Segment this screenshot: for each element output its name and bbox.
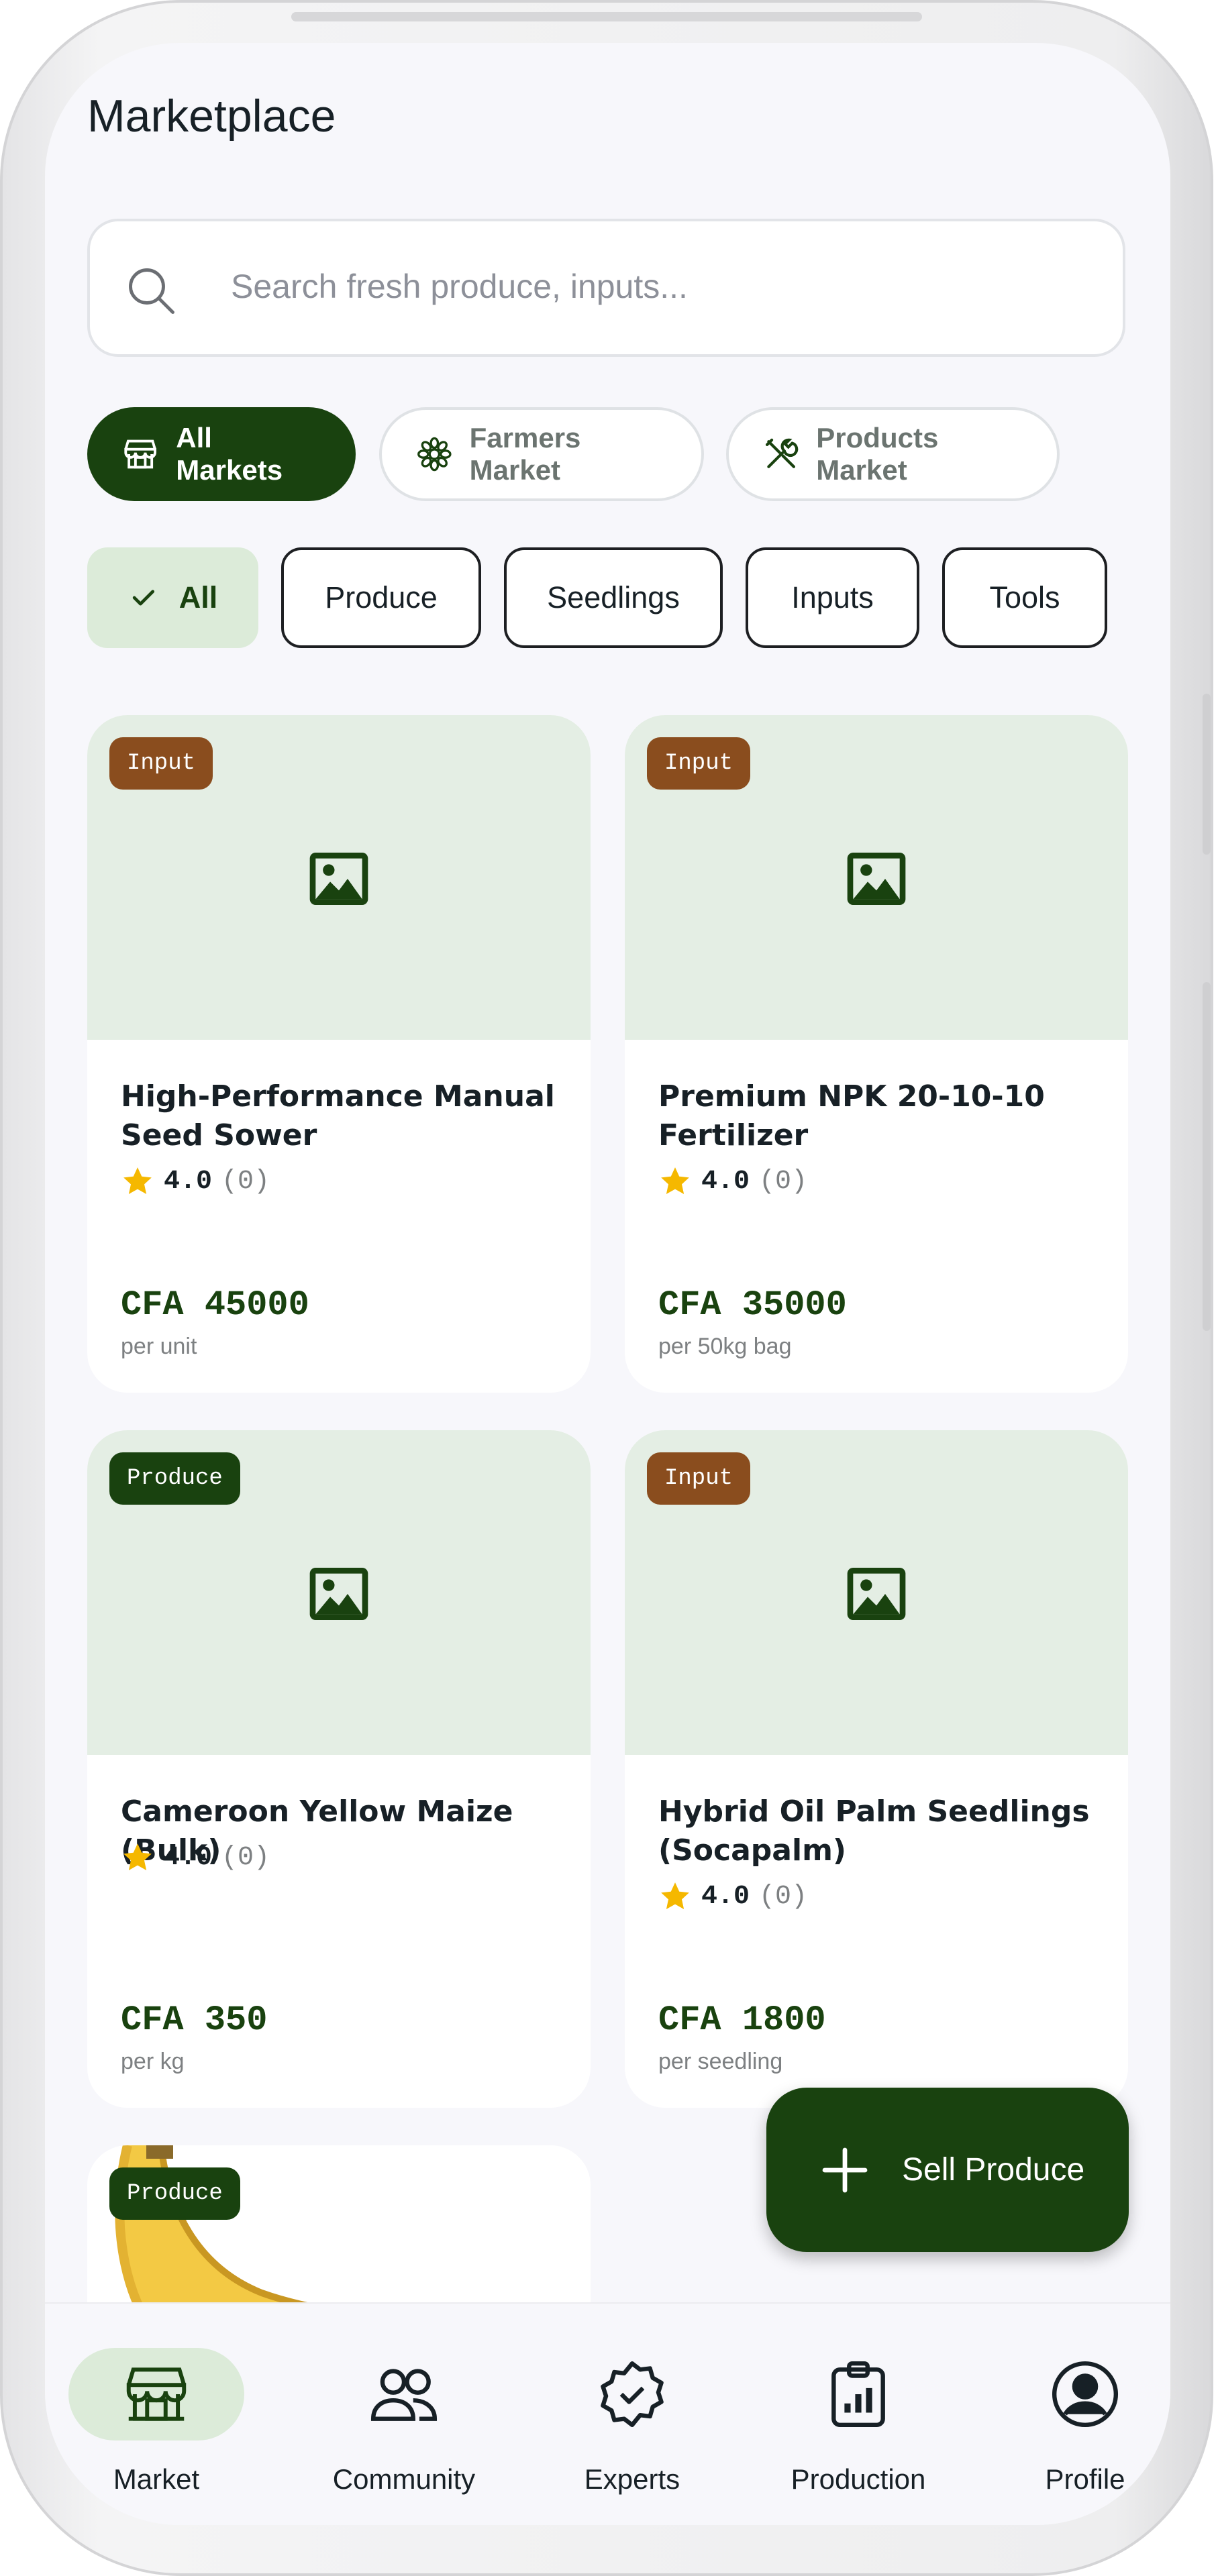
nav-item-profile[interactable]: Profile <box>984 2304 1170 2525</box>
category-chip-tools[interactable]: Tools <box>942 547 1107 648</box>
nav-item-community[interactable]: Community <box>303 2304 505 2525</box>
store-icon <box>124 439 156 469</box>
nav-label: Community <box>332 2463 476 2495</box>
category-badge: Input <box>109 737 213 790</box>
star-icon <box>123 1167 152 1194</box>
image-icon <box>847 1568 906 1620</box>
flower-icon <box>417 437 452 472</box>
search-bar[interactable]: Search fresh produce, inputs... <box>87 219 1125 357</box>
category-chip-produce[interactable]: Produce <box>281 547 481 648</box>
product-name: Hybrid Oil Palm Seedlings (Socapalm) <box>658 1794 1090 1868</box>
category-badge: Produce <box>109 1452 240 1505</box>
product-price: CFA 35000 <box>658 1285 847 1325</box>
nav-item-experts[interactable]: Experts <box>531 2304 733 2525</box>
market-pill-all-markets[interactable]: All Markets <box>87 407 356 501</box>
image-icon <box>309 853 368 905</box>
volume-button <box>1203 694 1211 855</box>
market-pill-products-market[interactable]: Products Market <box>726 407 1060 501</box>
image-icon <box>847 853 906 905</box>
price-unit: per seedling <box>658 2049 783 2074</box>
store-icon <box>126 2367 187 2421</box>
page-title: Marketplace <box>87 91 336 142</box>
tools-icon <box>765 438 799 468</box>
price-unit: per 50kg bag <box>658 1334 792 1359</box>
account-circle-icon <box>1052 2361 1119 2428</box>
star-icon <box>661 1882 689 1909</box>
market-pill-label: Farmers Market <box>469 422 581 486</box>
bottom-navigation: Market Community Experts Production Prof… <box>45 2302 1170 2525</box>
product-name: High-Performance Manual Seed Sower <box>121 1079 555 1152</box>
review-count: (0) <box>221 1842 270 1873</box>
nav-item-production[interactable]: Production <box>758 2304 959 2525</box>
product-rating: 4.0 (0) <box>121 1165 270 1198</box>
rating-value: 4.0 <box>164 1166 213 1197</box>
product-rating: 4.0 (0) <box>658 1165 807 1198</box>
product-card[interactable]: Input Premium NPK 20-10-10 Fertilizer 4.… <box>625 715 1128 1393</box>
search-input[interactable]: Search fresh produce, inputs... <box>231 267 688 306</box>
price-unit: per kg <box>121 2049 185 2074</box>
product-rating: 4.0 (0) <box>121 1841 270 1874</box>
category-chip-inputs[interactable]: Inputs <box>746 547 919 648</box>
sell-produce-label: Sell Produce <box>902 2152 1085 2188</box>
nav-label: Profile <box>1045 2463 1125 2495</box>
nav-label: Market <box>113 2463 200 2495</box>
category-badge: Input <box>647 737 751 790</box>
category-chip-label: All <box>179 580 218 614</box>
check-icon <box>132 590 154 606</box>
clipboard-chart-icon <box>831 2361 885 2428</box>
verified-badge-icon <box>601 2361 664 2428</box>
category-chip-all[interactable]: All <box>87 547 258 648</box>
product-card[interactable]: Input Hybrid Oil Palm Seedlings (Socapal… <box>625 1430 1128 2108</box>
market-pill-label: All Markets <box>176 422 283 486</box>
rating-value: 4.0 <box>701 1881 750 1912</box>
market-pill-farmers-market[interactable]: Farmers Market <box>379 407 704 501</box>
nav-item-market[interactable]: Market <box>68 2304 270 2525</box>
star-icon <box>661 1167 689 1194</box>
category-badge: Input <box>647 1452 751 1505</box>
category-chip-seedlings[interactable]: Seedlings <box>504 547 723 648</box>
market-pill-label: Products Market <box>816 422 939 486</box>
review-count: (0) <box>759 1881 808 1912</box>
search-icon <box>129 268 174 314</box>
people-icon <box>370 2369 438 2421</box>
price-unit: per unit <box>121 1334 197 1359</box>
product-rating: 4.0 (0) <box>658 1880 807 1913</box>
product-price: CFA 45000 <box>121 1285 309 1325</box>
rating-value: 4.0 <box>701 1166 750 1197</box>
category-chip-label: Inputs <box>791 580 874 614</box>
product-card[interactable]: Produce Cameroon Yellow Maize (Bulk) 4.0… <box>87 1430 591 2108</box>
device-frame: Marketplace Search fresh produce, inputs… <box>0 0 1213 2576</box>
star-icon <box>123 1843 152 1870</box>
plus-icon <box>822 2147 868 2192</box>
product-price: CFA 1800 <box>658 2000 826 2040</box>
nav-label: Experts <box>584 2463 680 2495</box>
rating-value: 4.0 <box>164 1842 213 1873</box>
category-chip-label: Produce <box>325 580 438 614</box>
sell-produce-button[interactable]: Sell Produce <box>766 2088 1129 2252</box>
nav-label: Production <box>791 2463 926 2495</box>
review-count: (0) <box>759 1166 808 1197</box>
speaker-grille <box>291 12 922 21</box>
review-count: (0) <box>221 1166 270 1197</box>
image-icon <box>309 1568 368 1620</box>
power-button <box>1203 982 1211 1331</box>
category-chip-label: Seedlings <box>547 580 680 614</box>
app-screen: Marketplace Search fresh produce, inputs… <box>45 43 1170 2525</box>
product-price: CFA 350 <box>121 2000 268 2040</box>
product-name: Premium NPK 20-10-10 Fertilizer <box>658 1079 1045 1152</box>
product-card[interactable]: Input High-Performance Manual Seed Sower… <box>87 715 591 1393</box>
category-chip-label: Tools <box>989 580 1060 614</box>
category-badge: Produce <box>109 2167 240 2220</box>
